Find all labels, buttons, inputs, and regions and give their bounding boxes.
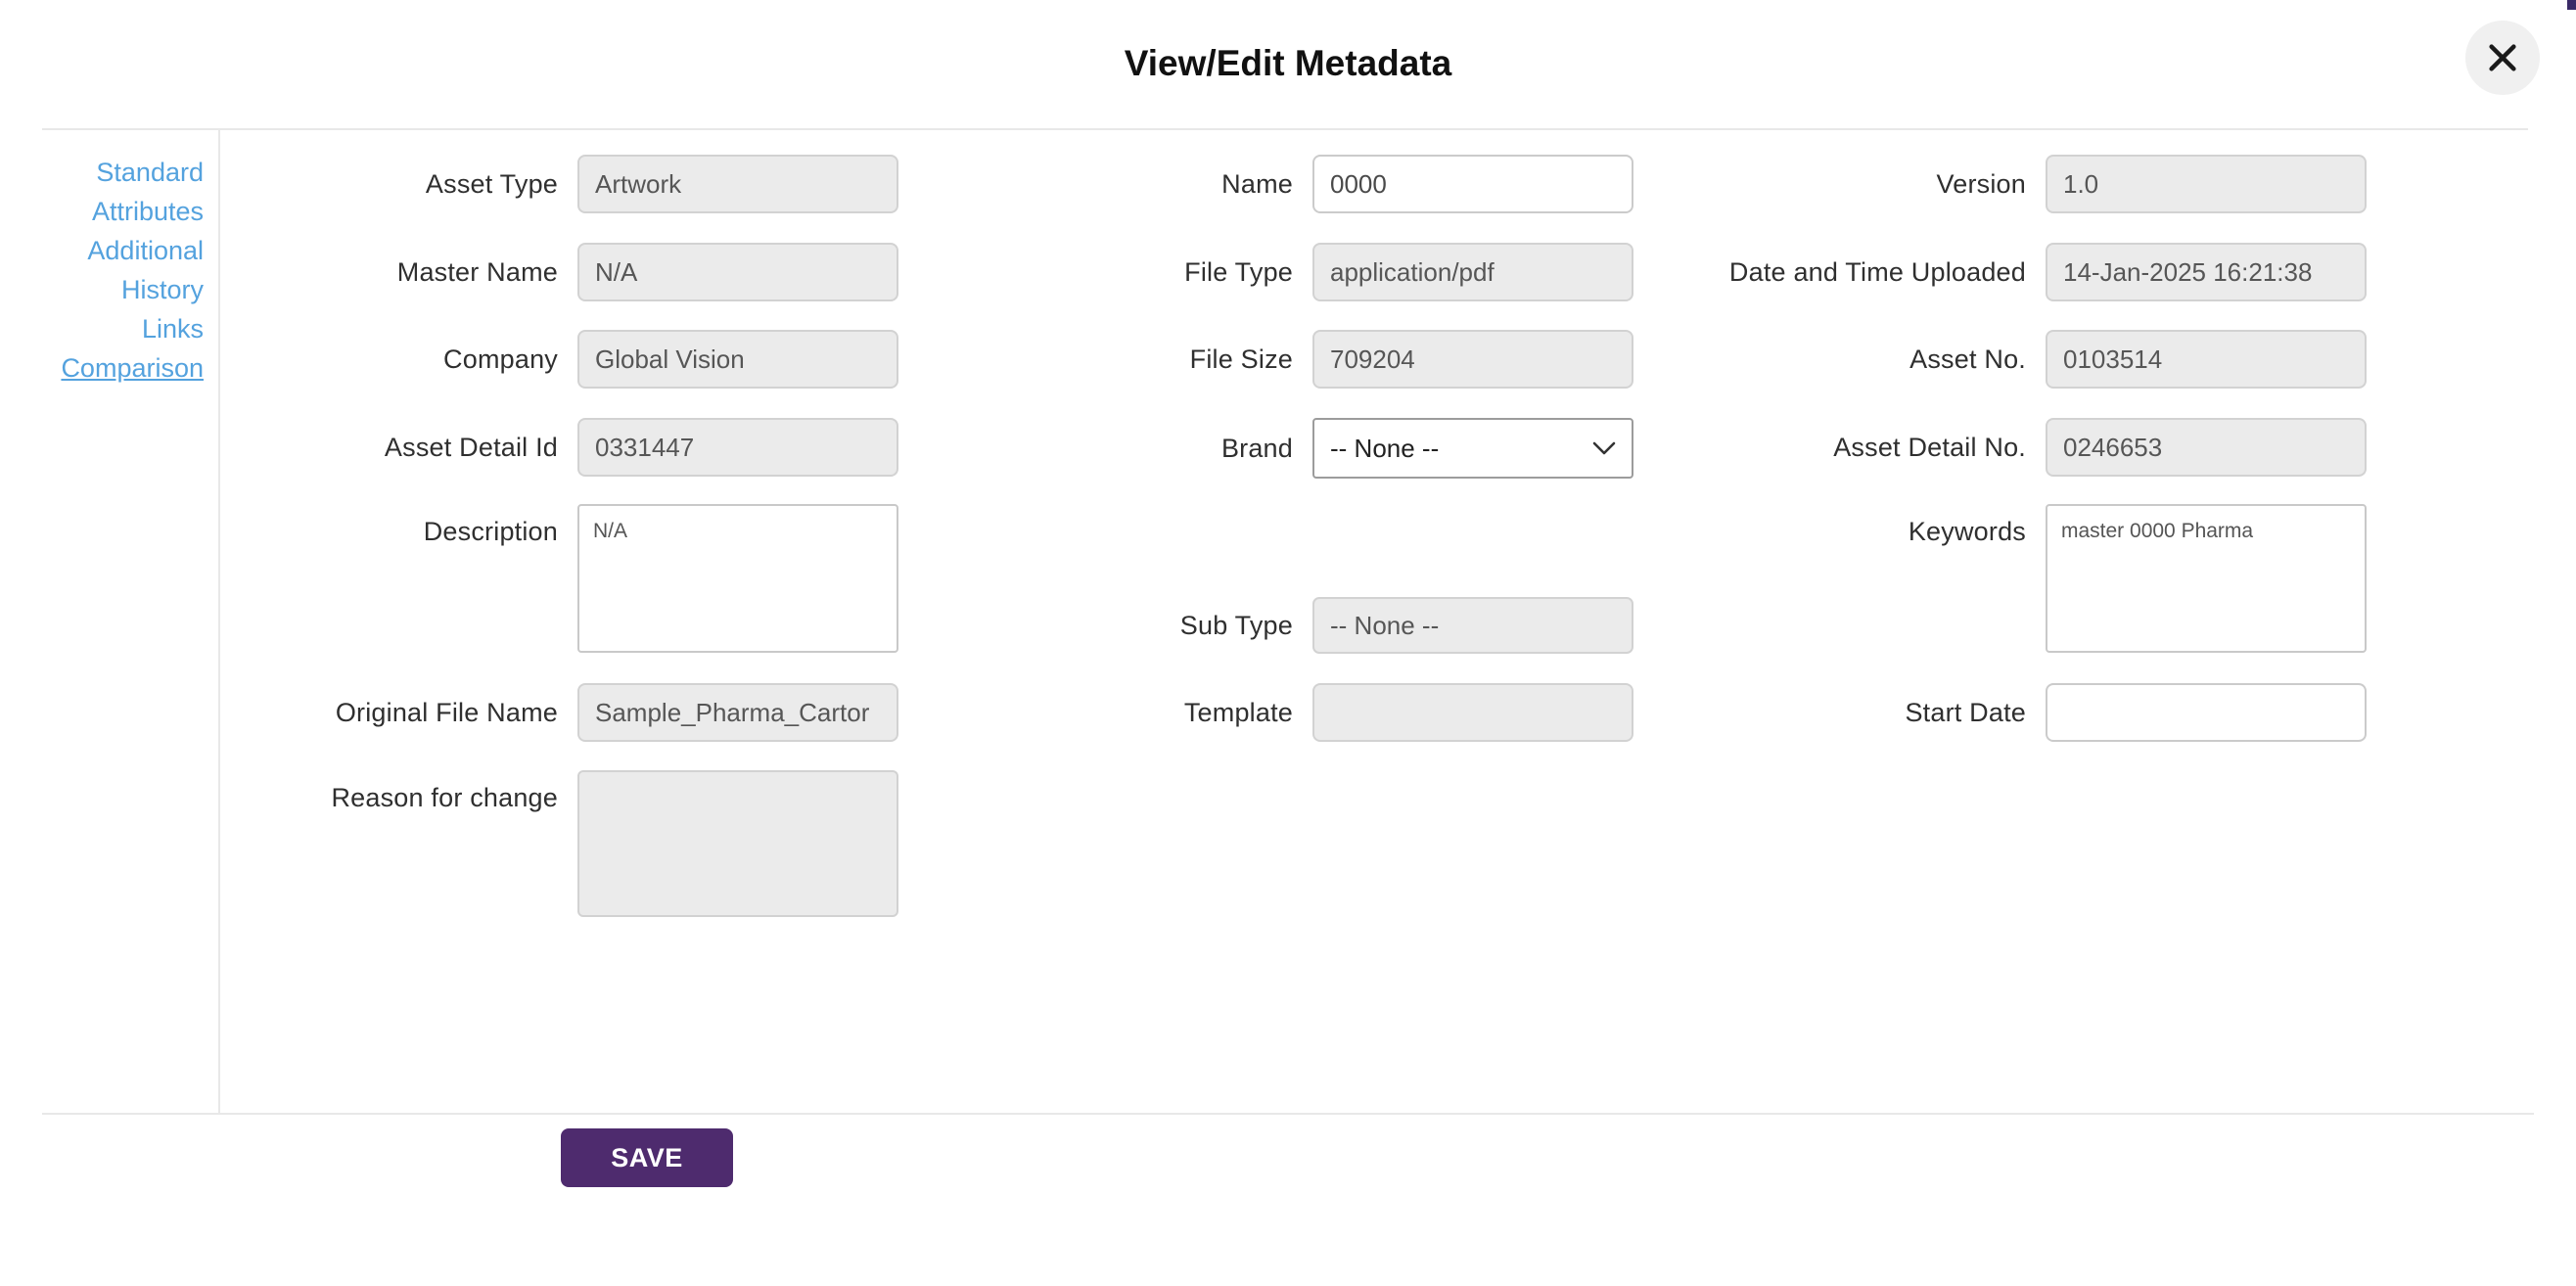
close-icon	[2489, 44, 2516, 71]
keywords-label: Keywords	[1908, 517, 2026, 546]
reason-for-change-textarea	[577, 770, 898, 917]
asset-detail-no-label: Asset Detail No.	[1833, 432, 2026, 462]
original-file-name-label: Original File Name	[335, 697, 558, 727]
template-label: Template	[1183, 697, 1293, 727]
date-uploaded-label: Date and Time Uploaded	[1728, 256, 2026, 287]
sidebar-divider	[218, 130, 220, 1113]
start-date-input[interactable]	[2046, 683, 2367, 742]
brand-select-value: -- None --	[1330, 433, 1440, 463]
company-label: Company	[443, 344, 558, 374]
field-date-uploaded: Date and Time Uploaded 14-Jan-2025 16:21…	[1615, 243, 2367, 301]
sub-type-value: -- None --	[1312, 597, 1633, 654]
asset-detail-id-label: Asset Detail Id	[384, 432, 558, 462]
sidebar-item-attributes[interactable]: Attributes	[0, 192, 204, 231]
field-name: Name	[979, 155, 1633, 213]
field-asset-type: Asset Type Artwork	[225, 155, 898, 213]
master-name-value: N/A	[577, 243, 898, 301]
asset-type-label: Asset Type	[425, 168, 558, 199]
field-file-size: File Size 709204	[979, 330, 1633, 389]
field-company: Company Global Vision	[225, 330, 898, 389]
field-file-type: File Type application/pdf	[979, 243, 1633, 301]
close-button[interactable]	[2465, 21, 2540, 95]
field-template: Template	[979, 683, 1633, 742]
save-button[interactable]: SAVE	[561, 1128, 733, 1187]
brand-select[interactable]: -- None --	[1312, 418, 1633, 479]
field-start-date: Start Date	[1615, 683, 2367, 742]
field-original-file-name: Original File Name Sample_Pharma_Cartor	[225, 683, 898, 742]
description-textarea[interactable]: N/A	[577, 504, 898, 653]
sidebar-item-comparison[interactable]: Comparison	[0, 348, 204, 388]
date-uploaded-value: 14-Jan-2025 16:21:38	[2046, 243, 2367, 301]
sidebar-item-standard[interactable]: Standard	[0, 153, 204, 192]
field-asset-detail-id: Asset Detail Id 0331447	[225, 418, 898, 477]
keywords-textarea[interactable]: master 0000 Pharma	[2046, 504, 2367, 653]
file-size-label: File Size	[1189, 344, 1293, 374]
field-version: Version 1.0	[1615, 155, 2367, 213]
template-value	[1312, 683, 1633, 742]
file-type-value: application/pdf	[1312, 243, 1633, 301]
file-size-value: 709204	[1312, 330, 1633, 389]
background-fragment	[2567, 0, 2576, 10]
name-input[interactable]	[1312, 155, 1633, 213]
sub-type-label: Sub Type	[1179, 610, 1293, 640]
sidebar-item-links[interactable]: Links	[0, 309, 204, 348]
asset-type-value: Artwork	[577, 155, 898, 213]
sidebar-nav: Standard Attributes Additional History L…	[0, 153, 204, 388]
field-reason-for-change: Reason for change	[225, 770, 898, 917]
reason-for-change-label: Reason for change	[331, 783, 558, 812]
company-value: Global Vision	[577, 330, 898, 389]
field-description: Description N/A	[225, 504, 898, 653]
field-asset-detail-no: Asset Detail No. 0246653	[1615, 418, 2367, 477]
brand-label: Brand	[1220, 433, 1293, 463]
footer-divider	[42, 1113, 2534, 1115]
start-date-label: Start Date	[1905, 697, 2026, 727]
field-sub-type: Sub Type -- None --	[979, 597, 1633, 654]
version-value: 1.0	[2046, 155, 2367, 213]
master-name-label: Master Name	[396, 256, 558, 287]
asset-no-label: Asset No.	[1909, 344, 2026, 374]
sidebar-item-history[interactable]: History	[0, 270, 204, 309]
sidebar-item-additional[interactable]: Additional	[0, 231, 204, 270]
original-file-name-value: Sample_Pharma_Cartor	[577, 683, 898, 742]
header-divider	[42, 128, 2528, 130]
field-master-name: Master Name N/A	[225, 243, 898, 301]
field-asset-no: Asset No. 0103514	[1615, 330, 2367, 389]
asset-no-value: 0103514	[2046, 330, 2367, 389]
field-brand: Brand -- None --	[979, 418, 1633, 479]
field-keywords: Keywords master 0000 Pharma	[1615, 504, 2367, 653]
name-label: Name	[1221, 168, 1293, 199]
asset-detail-no-value: 0246653	[2046, 418, 2367, 477]
version-label: Version	[1936, 168, 2026, 199]
description-label: Description	[423, 517, 558, 546]
asset-detail-id-value: 0331447	[577, 418, 898, 477]
file-type-label: File Type	[1184, 256, 1293, 287]
page-title: View/Edit Metadata	[1124, 43, 1452, 83]
chevron-down-icon	[1592, 441, 1616, 455]
